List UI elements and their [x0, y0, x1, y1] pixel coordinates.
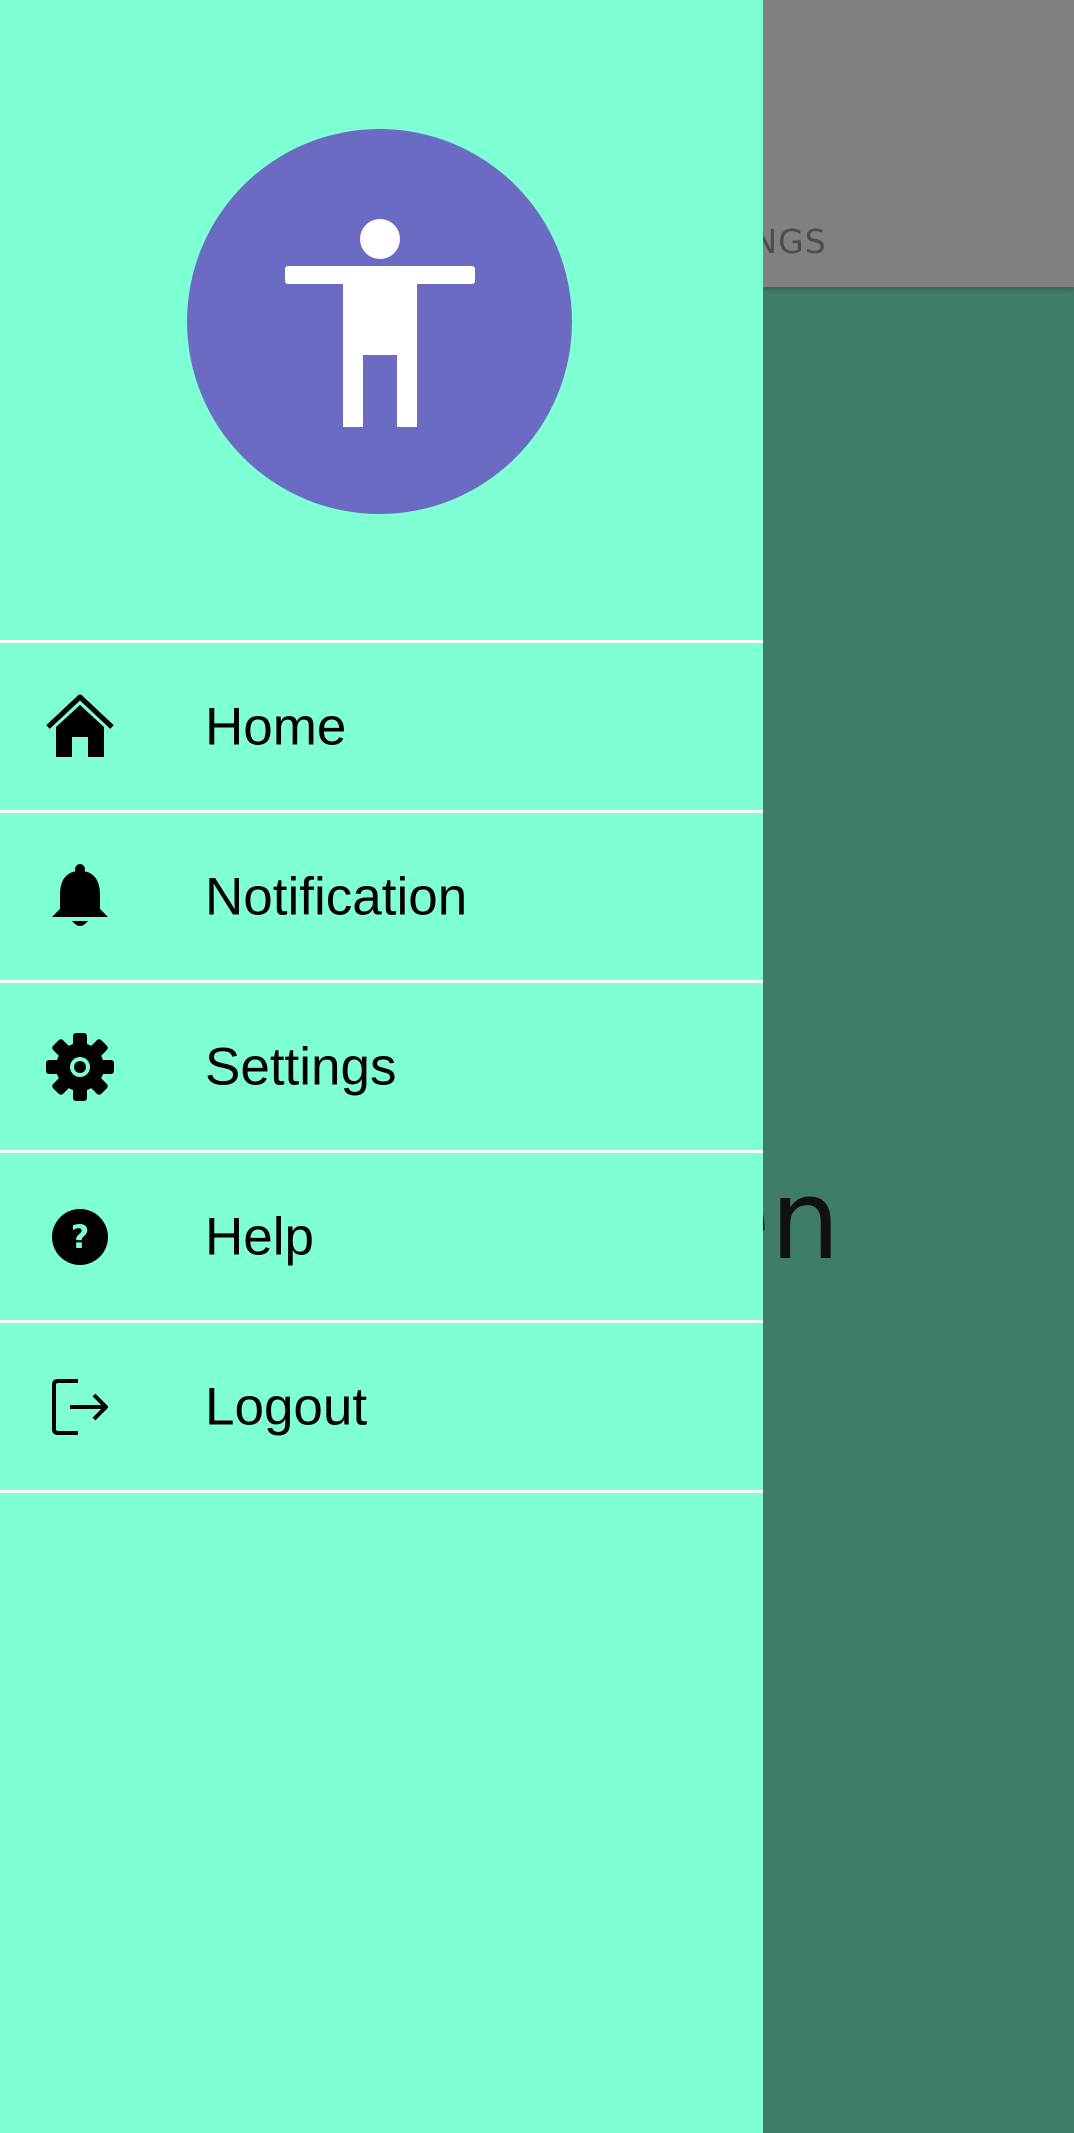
logout-icon — [40, 1367, 120, 1447]
drawer-header — [0, 0, 763, 642]
drawer-item-home[interactable]: Home — [0, 643, 763, 813]
drawer-item-label: Notification — [205, 867, 468, 926]
drawer-item-label: Help — [205, 1207, 315, 1266]
bell-icon — [40, 857, 120, 937]
accessibility-icon — [284, 218, 475, 427]
drawer-item-logout[interactable]: Logout — [0, 1323, 763, 1493]
drawer-item-notification[interactable]: Notification — [0, 813, 763, 983]
drawer-item-help[interactable]: ? Help — [0, 1153, 763, 1323]
drawer-item-settings[interactable]: Settings — [0, 983, 763, 1153]
navigation-drawer: Home Notification Settings ? Help Logout — [0, 0, 763, 2133]
drawer-item-label: Settings — [205, 1037, 397, 1096]
help-circle-icon: ? — [40, 1197, 120, 1277]
drawer-menu: Home Notification Settings ? Help Logout — [0, 640, 763, 1493]
drawer-item-label: Logout — [205, 1377, 368, 1436]
avatar[interactable] — [187, 129, 572, 514]
home-icon — [40, 687, 120, 767]
gear-icon — [40, 1027, 120, 1107]
svg-text:?: ? — [71, 1218, 90, 1256]
drawer-item-label: Home — [205, 697, 347, 756]
